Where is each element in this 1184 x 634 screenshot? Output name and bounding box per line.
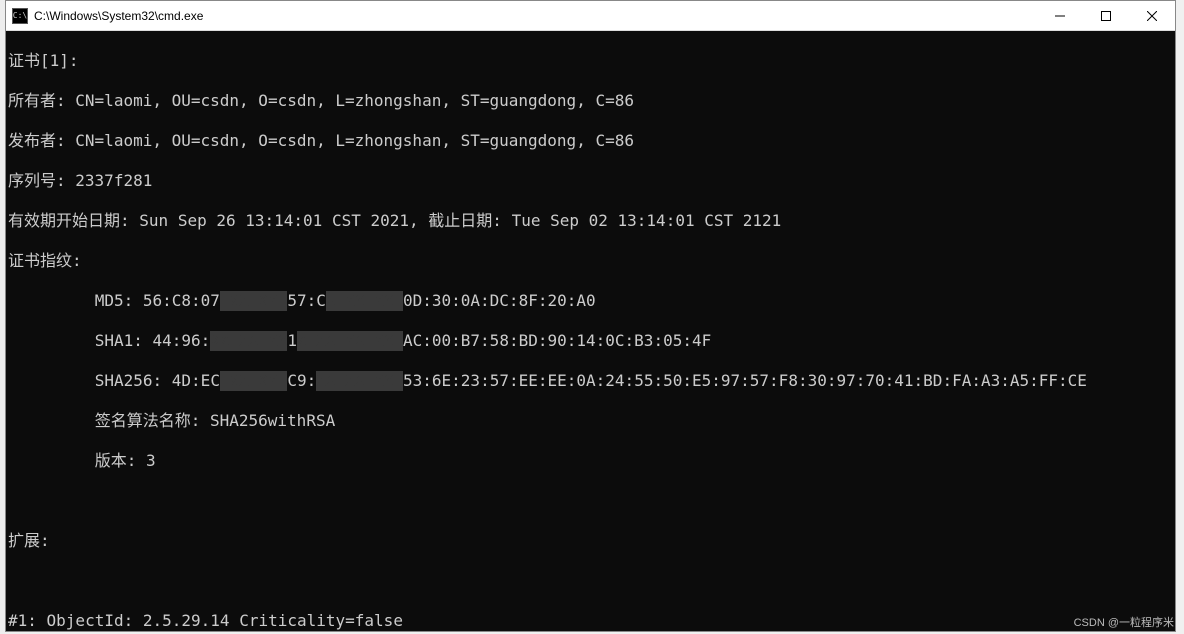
terminal-output[interactable]: 证书[1]: 所有者: CN=laomi, OU=csdn, O=csdn, L… [6, 31, 1175, 631]
window-title: C:\Windows\System32\cmd.exe [34, 9, 1037, 23]
redacted-block: XX:XX:XX [210, 331, 287, 351]
minimize-button[interactable] [1037, 1, 1083, 30]
cert-serial: 序列号: 2337f281 [8, 171, 1175, 191]
cmd-icon: C:\ [12, 8, 28, 24]
cert-version: 版本: 3 [8, 451, 1175, 471]
cert-sha256: SHA256: 4D:EC:XX:XX:C9:XX:XX:XX:53:6E:23… [8, 371, 1175, 391]
cert-validity: 有效期开始日期: Sun Sep 26 13:14:01 CST 2021, 截… [8, 211, 1175, 231]
cert-sha1: SHA1: 44:96:XX:XX:XX1X:XX:XX:XX:AC:00:B7… [8, 331, 1175, 351]
cert-owner: 所有者: CN=laomi, OU=csdn, O=csdn, L=zhongs… [8, 91, 1175, 111]
redacted-block: :XX:XX: [220, 291, 287, 311]
cmd-window: C:\ C:\Windows\System32\cmd.exe 证书[1]: 所… [5, 0, 1176, 632]
redacted-block: X:XX:XX:XX: [297, 331, 403, 351]
window-controls [1037, 1, 1175, 30]
watermark-text: CSDN @一粒程序米 [1074, 614, 1174, 630]
cert-issuer: 发布者: CN=laomi, OU=csdn, O=csdn, L=zhongs… [8, 131, 1175, 151]
titlebar[interactable]: C:\ C:\Windows\System32\cmd.exe [6, 1, 1175, 31]
cert-sig-algo: 签名算法名称: SHA256withRSA [8, 411, 1175, 431]
maximize-button[interactable] [1083, 1, 1129, 30]
redacted-block: X:XX:XX: [326, 291, 403, 311]
cert-extensions-label: 扩展: [8, 531, 1175, 551]
redacted-block: XX:XX:XX: [316, 371, 403, 391]
cert-header: 证书[1]: [8, 51, 1175, 71]
blank-line [8, 571, 1175, 591]
cert-md5: MD5: 56:C8:07:XX:XX:57:CX:XX:XX:0D:30:0A… [8, 291, 1175, 311]
redacted-block: :XX:XX: [220, 371, 287, 391]
cert-ext1-header: #1: ObjectId: 2.5.29.14 Criticality=fals… [8, 611, 1175, 631]
close-button[interactable] [1129, 1, 1175, 30]
blank-line [8, 491, 1175, 511]
cert-fingerprints-label: 证书指纹: [8, 251, 1175, 271]
